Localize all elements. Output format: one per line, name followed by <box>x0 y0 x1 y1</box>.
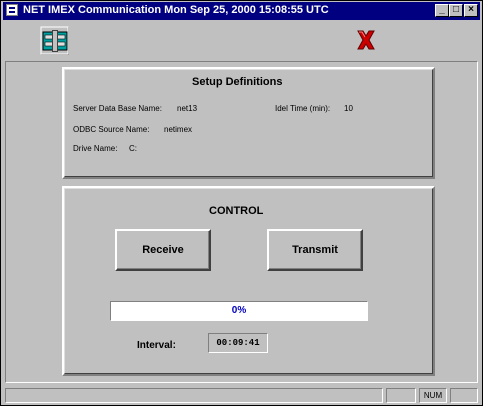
status-scroll-pane <box>450 388 478 403</box>
red-x-icon <box>357 30 375 50</box>
status-caps-pane <box>386 388 416 403</box>
idle-time-value: 10 <box>344 104 353 113</box>
setup-button[interactable] <box>40 26 70 56</box>
control-heading: CONTROL <box>209 205 264 217</box>
drive-name-label: Drive Name: <box>73 144 118 153</box>
drive-name-value: C: <box>129 144 137 153</box>
interval-label: Interval: <box>137 340 176 351</box>
system-menu-icon[interactable] <box>6 4 18 16</box>
status-num-pane: NUM <box>419 388 447 403</box>
title-bar[interactable]: NET IMEX Communication Mon Sep 25, 2000 … <box>3 2 480 20</box>
setup-heading: Setup Definitions <box>192 76 283 88</box>
progress-bar: 0% <box>110 301 368 321</box>
server-db-value: net13 <box>177 104 198 113</box>
close-button[interactable]: × <box>464 4 478 17</box>
exit-button[interactable] <box>351 25 381 55</box>
transmit-button[interactable]: Transmit <box>267 229 363 271</box>
maximize-button[interactable]: □ <box>449 4 463 17</box>
setup-icon <box>40 26 69 55</box>
interval-value: 00:09:41 <box>208 333 268 353</box>
status-message-pane <box>5 388 383 403</box>
setup-definitions-panel: Setup Definitions Server Data Base Name:… <box>62 67 435 179</box>
toolbar <box>3 21 480 61</box>
idle-time-label: Idel Time (min): <box>275 104 331 113</box>
server-db-label: Server Data Base Name: <box>73 104 162 113</box>
receive-button[interactable]: Receive <box>115 229 211 271</box>
progress-text: 0% <box>231 305 247 316</box>
odbc-source-value: netimex <box>164 125 193 134</box>
window-title: NET IMEX Communication Mon Sep 25, 2000 … <box>23 4 329 16</box>
status-bar: NUM <box>3 385 480 404</box>
odbc-source-label: ODBC Source Name: <box>73 125 150 134</box>
app-window: NET IMEX Communication Mon Sep 25, 2000 … <box>0 0 483 406</box>
minimize-button[interactable]: _ <box>435 4 449 17</box>
